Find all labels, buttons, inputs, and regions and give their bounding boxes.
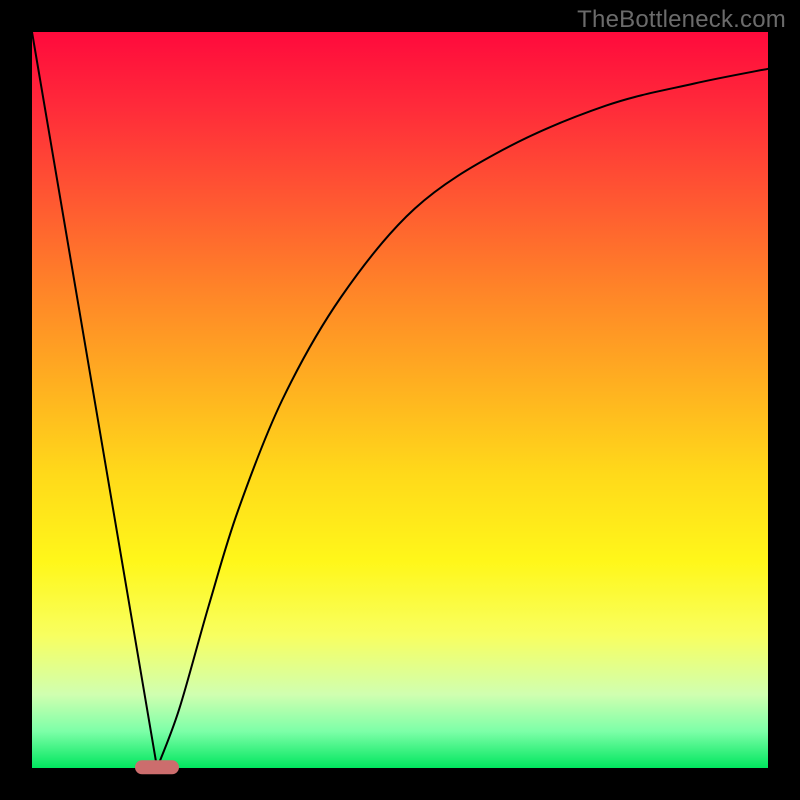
optimal-marker [135, 760, 179, 774]
watermark-text: TheBottleneck.com [577, 6, 786, 34]
plot-area [32, 32, 768, 768]
curve-svg [32, 32, 768, 768]
curve-right-branch [157, 69, 768, 768]
chart-frame: TheBottleneck.com [0, 0, 800, 800]
curve-left-branch [32, 32, 157, 768]
